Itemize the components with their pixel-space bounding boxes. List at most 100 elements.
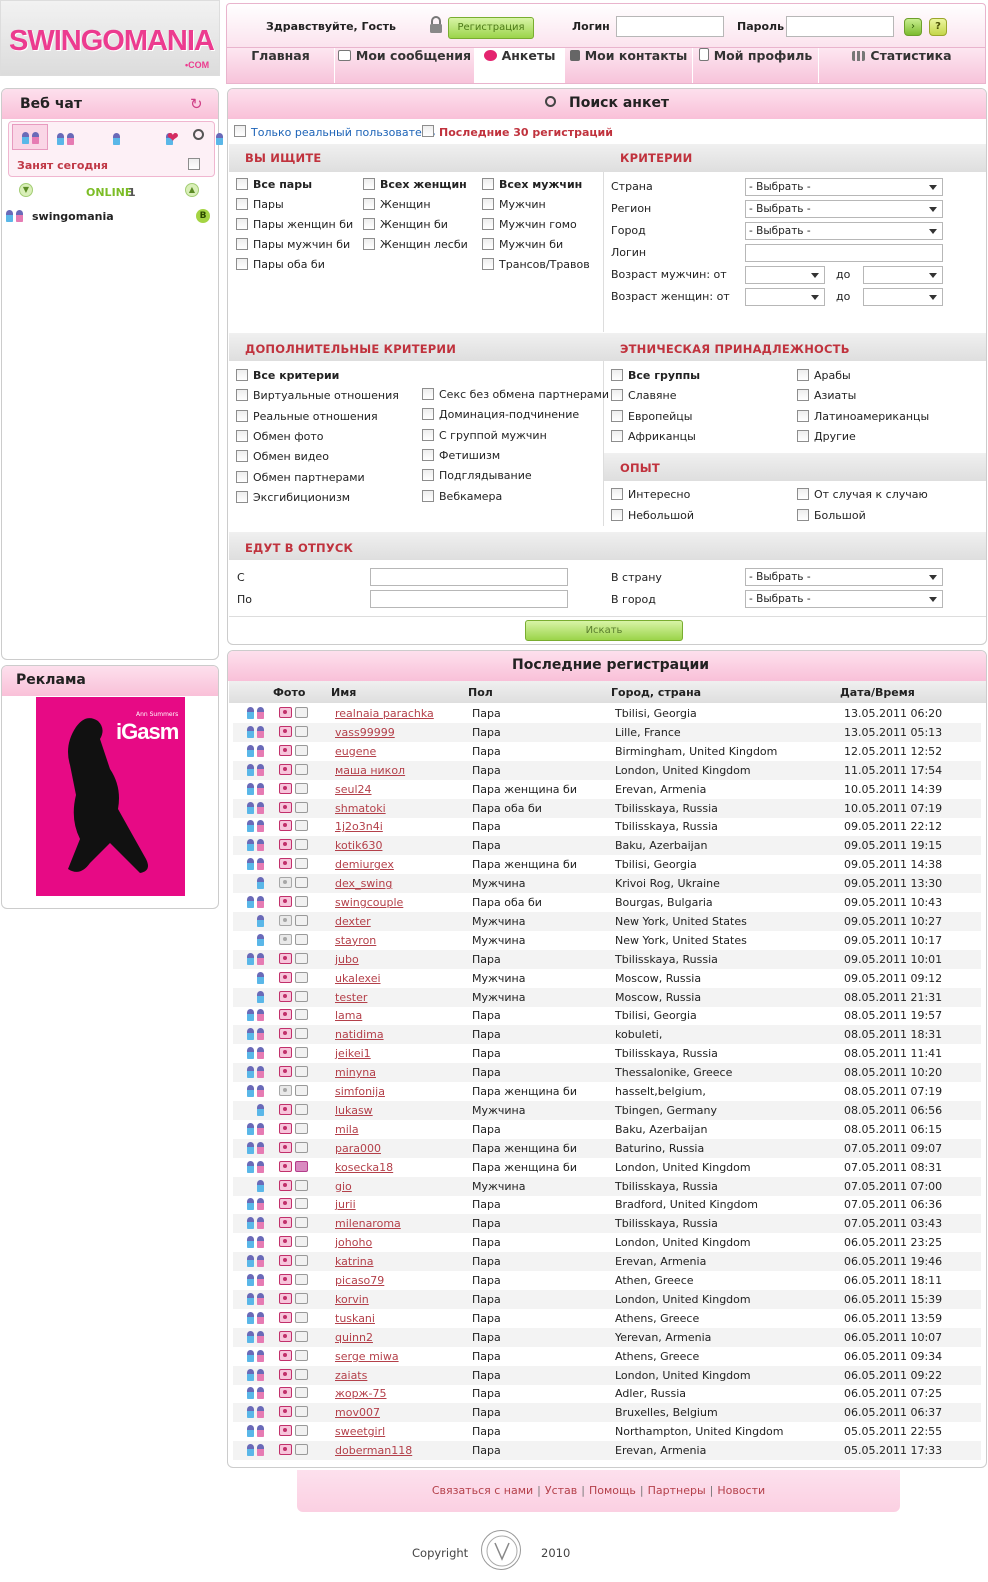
message-icon[interactable] <box>295 801 308 813</box>
extra-criteria-option-checkbox[interactable] <box>236 490 248 503</box>
message-icon[interactable] <box>295 1122 308 1134</box>
table-row[interactable]: gio Мужчина Tbilisskaya, Russia 07.05.2011 … <box>233 1176 981 1196</box>
looking-option[interactable]: Мужчин гомо <box>482 218 577 231</box>
row-name-link[interactable]: gio <box>335 1177 352 1196</box>
extra-criteria-option-checkbox[interactable] <box>422 489 434 502</box>
table-row[interactable]: lukasw Мужчина Tbingen, Germany 08.05.2011 … <box>233 1100 981 1120</box>
extra-criteria-option[interactable]: Все критерии <box>236 369 339 382</box>
row-name-link[interactable]: demiurgex <box>335 855 394 874</box>
table-row[interactable]: natidima Пара kobuleti, 08.05.2011 18:31 <box>233 1025 981 1045</box>
table-row[interactable]: johoho Пара London, United Kingdom 06.05.20… <box>233 1233 981 1252</box>
row-name-link[interactable]: korvin <box>335 1290 369 1309</box>
row-name-link[interactable]: kosecka18 <box>335 1158 393 1177</box>
extra-criteria-option[interactable]: С группой мужчин <box>422 428 547 442</box>
extra-criteria-option-checkbox[interactable] <box>236 470 248 483</box>
ethnic-option-checkbox[interactable] <box>797 429 809 442</box>
age-men-from-select[interactable] <box>745 266 825 284</box>
table-row[interactable]: realnaia parachka Пара Tbilisi, Georgia 13.… <box>233 704 981 723</box>
footer-link[interactable]: Помощь <box>589 1484 636 1497</box>
photo-icon[interactable] <box>279 1009 292 1021</box>
ethnic-option-checkbox[interactable] <box>611 409 623 422</box>
extra-criteria-option-checkbox[interactable] <box>422 388 434 400</box>
country-select[interactable]: - Выбрать - <box>745 178 943 196</box>
row-name-link[interactable]: stayron <box>335 931 376 950</box>
message-icon[interactable] <box>295 1236 308 1248</box>
ethnic-option[interactable]: Латиноамериканцы <box>797 409 929 423</box>
looking-option-checkbox[interactable] <box>236 198 248 210</box>
message-icon[interactable] <box>295 952 308 964</box>
city-select[interactable]: - Выбрать - <box>745 222 943 240</box>
chat-filter-men-icon[interactable] <box>103 133 123 146</box>
vacation-to-input[interactable] <box>370 590 568 608</box>
row-name-link[interactable]: eugene <box>335 742 376 761</box>
ethnic-option[interactable]: Славяне <box>611 389 677 402</box>
photo-icon[interactable] <box>279 1349 292 1361</box>
message-icon[interactable] <box>295 1387 308 1399</box>
table-row[interactable]: 1j2o3n4i Пара Tbilisskaya, Russia 09.05.201… <box>233 817 981 836</box>
photo-icon[interactable] <box>279 1085 292 1096</box>
table-row[interactable]: korvin Пара London, United Kingdom 06.05.20… <box>233 1289 981 1309</box>
photo-icon[interactable] <box>279 1028 292 1040</box>
row-name-link[interactable]: picaso79 <box>335 1271 384 1290</box>
photo-icon[interactable] <box>279 1444 292 1456</box>
looking-option-checkbox[interactable] <box>236 258 248 270</box>
message-icon[interactable] <box>295 782 308 794</box>
row-name-link[interactable]: quinn2 <box>335 1328 373 1347</box>
photo-icon[interactable] <box>279 1236 292 1248</box>
search-button[interactable]: Искать <box>525 620 683 641</box>
table-row[interactable]: jubo Пара Tbilisskaya, Russia 09.05.2011 10… <box>233 949 981 969</box>
row-name-link[interactable]: tester <box>335 988 367 1007</box>
table-row[interactable]: para000 Пара женщина би Baturino, Russia 07… <box>233 1138 981 1158</box>
looking-option[interactable]: Мужчин би <box>482 238 563 251</box>
photo-icon[interactable] <box>279 858 292 870</box>
message-icon[interactable] <box>295 914 308 926</box>
age-men-to-select[interactable] <box>863 266 943 284</box>
photo-icon[interactable] <box>279 933 292 945</box>
heart-icon[interactable]: ❤ <box>167 130 179 146</box>
message-icon[interactable] <box>295 990 308 1002</box>
extra-criteria-option-checkbox[interactable] <box>236 369 248 381</box>
photo-icon[interactable] <box>279 1425 292 1437</box>
photo-icon[interactable] <box>279 952 292 964</box>
row-name-link[interactable]: tuskani <box>335 1309 375 1328</box>
nav-profile[interactable]: Мой профиль <box>693 48 819 83</box>
photo-icon[interactable] <box>279 990 292 1002</box>
photo-icon[interactable] <box>279 877 292 889</box>
row-name-link[interactable]: doberman118 <box>335 1441 412 1460</box>
experience-option[interactable]: Интересно <box>611 488 690 501</box>
table-row[interactable]: tuskani Пара Athens, Greece 06.05.2011 13:5… <box>233 1309 981 1328</box>
extra-criteria-option-checkbox[interactable] <box>422 469 434 482</box>
message-icon[interactable] <box>295 820 308 832</box>
message-icon[interactable] <box>295 1141 308 1153</box>
ethnic-option[interactable]: Европейцы <box>611 409 692 423</box>
scroll-down-icon[interactable]: ▼ <box>19 183 33 197</box>
table-row[interactable]: sweetgirl Пара Northampton, United Kingdom… <box>233 1422 981 1441</box>
message-icon[interactable] <box>295 1292 308 1304</box>
extra-criteria-option-checkbox[interactable] <box>236 409 248 422</box>
table-row[interactable]: jurii Пара Bradford, United Kingdom 07.05.2… <box>233 1195 981 1214</box>
ad-banner[interactable]: iGasm Ann Summers <box>36 697 185 896</box>
looking-option-checkbox[interactable] <box>482 198 494 210</box>
table-row[interactable]: demiurgex Пара женщина би Tbilisi, Georgia… <box>233 855 981 874</box>
row-name-link[interactable]: dexter <box>335 912 371 931</box>
looking-option[interactable]: Пары женщин би <box>236 218 353 231</box>
login-search-input[interactable] <box>745 244 943 262</box>
table-row[interactable]: minyna Пара Thessalonike, Greece 08.05.2011… <box>233 1063 981 1083</box>
extra-criteria-option[interactable]: Эксгибиционизм <box>236 490 350 504</box>
table-row[interactable]: picaso79 Пара Athen, Greece 06.05.2011 18:1… <box>233 1271 981 1290</box>
row-name-link[interactable]: zaiats <box>335 1366 367 1385</box>
table-row[interactable]: serge miwa Пара Athens, Greece 06.05.2011 0… <box>233 1347 981 1366</box>
table-row[interactable]: жорж-75 Пара Adler, Russia 06.05.2011 07:25 <box>233 1384 981 1403</box>
table-row[interactable]: seul24 Пара женщина би Erevan, Armenia 10.0… <box>233 780 981 799</box>
table-row[interactable]: mila Пара Baku, Azerbaijan 08.05.2011 06:15 <box>233 1120 981 1139</box>
photo-icon[interactable] <box>279 1311 292 1323</box>
table-row[interactable]: milenaroma Пара Tbilisskaya, Russia 07.05.2… <box>233 1214 981 1234</box>
help-button[interactable]: ? <box>929 18 947 36</box>
experience-option-checkbox[interactable] <box>611 509 623 521</box>
nav-messages[interactable]: Мои сообщения <box>335 48 475 83</box>
looking-option-checkbox[interactable] <box>482 258 494 270</box>
table-row[interactable]: ukalexei Мужчина Moscow, Russia 09.05.2011 … <box>233 969 981 988</box>
message-icon[interactable] <box>295 1311 308 1323</box>
photo-icon[interactable] <box>279 1406 292 1418</box>
message-icon[interactable] <box>295 1160 308 1172</box>
